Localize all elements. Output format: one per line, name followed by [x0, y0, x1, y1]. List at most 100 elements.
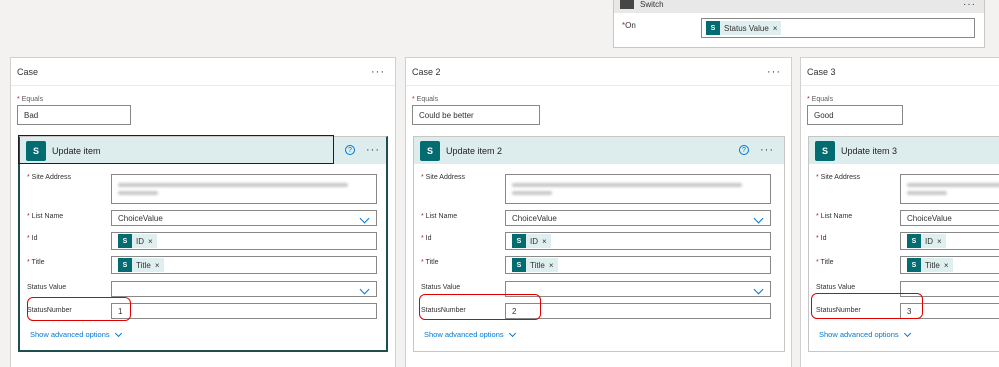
list-name-label: * List Name [421, 213, 458, 220]
equals-label: * Equals [412, 96, 439, 103]
more-options-icon[interactable]: ··· [767, 66, 781, 78]
id-field[interactable]: S ID × [900, 232, 999, 250]
token-label: Title [530, 260, 545, 270]
case-header[interactable]: Case ··· [11, 58, 395, 86]
site-address-label: * Site Address [421, 174, 465, 181]
close-icon[interactable]: × [148, 237, 153, 246]
close-icon[interactable]: × [773, 24, 778, 33]
id-field[interactable]: S ID × [505, 232, 771, 250]
site-address-field[interactable] [111, 174, 377, 204]
chevron-down-icon [508, 329, 516, 337]
id-token[interactable]: S ID × [118, 234, 157, 248]
action-title: Update item [52, 145, 101, 156]
close-icon[interactable]: × [549, 261, 554, 270]
list-name-value: ChoiceValue [907, 213, 952, 223]
close-icon[interactable]: × [155, 261, 160, 270]
more-options-icon[interactable]: ··· [371, 66, 385, 78]
id-label: * Id [27, 235, 38, 242]
switch-on-label: *On [622, 21, 636, 30]
list-name-dropdown[interactable]: ChoiceValue [505, 210, 771, 226]
status-number-label: StatusNumber [27, 307, 72, 314]
help-icon[interactable]: ? [739, 145, 749, 155]
token-label: ID [136, 236, 144, 246]
switch-on-field[interactable]: S Status Value × [701, 18, 975, 38]
equals-field[interactable]: Could be better [412, 105, 540, 125]
status-value-dropdown[interactable] [900, 281, 999, 297]
chevron-down-icon [753, 284, 764, 295]
chevron-down-icon [359, 213, 370, 224]
show-advanced-options[interactable]: Show advanced options [819, 329, 911, 339]
close-icon[interactable]: × [944, 261, 949, 270]
sharepoint-icon: S [706, 21, 720, 35]
action-header[interactable]: S Update item ? ··· [18, 135, 386, 164]
equals-field[interactable]: Bad [17, 105, 131, 125]
more-options-icon[interactable]: ··· [760, 144, 774, 156]
sharepoint-icon: S [907, 234, 921, 248]
blurred-text [512, 183, 742, 187]
equals-label: * Equals [17, 96, 44, 103]
sharepoint-icon: S [815, 140, 835, 161]
blurred-text [907, 191, 947, 195]
sharepoint-icon: S [26, 140, 46, 161]
sharepoint-icon: S [512, 258, 526, 272]
id-field[interactable]: S ID × [111, 232, 377, 250]
site-address-field[interactable] [900, 174, 999, 204]
title-field[interactable]: S Title × [900, 256, 999, 274]
token-label: ID [925, 236, 933, 246]
list-name-dropdown[interactable]: ChoiceValue [111, 210, 377, 226]
equals-field[interactable]: Good [807, 105, 903, 125]
title-token[interactable]: S Title × [907, 258, 953, 272]
list-name-dropdown[interactable]: ChoiceValue [900, 210, 999, 226]
case-header[interactable]: Case 2 ··· [406, 58, 791, 86]
status-value-dropdown[interactable] [505, 281, 771, 297]
update-item-card: S Update item ? ··· * Site Address * Lis… [18, 135, 388, 352]
action-title: Update item 2 [446, 145, 503, 156]
chevron-down-icon [753, 213, 764, 224]
id-label: * Id [421, 235, 432, 242]
status-value-dropdown[interactable] [111, 281, 377, 297]
update-item-3-card: S Update item 3 * Site Address * List Na… [808, 136, 999, 352]
advanced-label: Show advanced options [30, 330, 110, 339]
status-number-label: StatusNumber [421, 307, 466, 314]
status-value-label: Status Value [421, 284, 461, 291]
status-number-field[interactable]: 3 [900, 303, 999, 319]
title-label: * Title [27, 259, 45, 266]
site-address-label: * Site Address [27, 174, 71, 181]
more-options-icon[interactable]: ··· [963, 0, 976, 10]
title-token[interactable]: S Title × [512, 258, 558, 272]
status-number-field[interactable]: 2 [505, 303, 771, 319]
status-value-label: Status Value [816, 284, 856, 291]
case-title: Case [17, 66, 39, 77]
action-header[interactable]: S Update item 3 [809, 137, 999, 164]
title-field[interactable]: S Title × [505, 256, 771, 274]
list-name-value: ChoiceValue [512, 213, 557, 223]
close-icon[interactable]: × [937, 237, 942, 246]
case-header[interactable]: Case 3 [801, 58, 999, 86]
status-value-token[interactable]: S Status Value × [706, 21, 782, 35]
update-item-2-card: S Update item 2 ? ··· * Site Address * L… [413, 136, 785, 352]
blurred-text [907, 183, 999, 187]
action-header[interactable]: S Update item 2 ? ··· [414, 137, 784, 164]
sharepoint-icon: S [420, 140, 440, 161]
token-label: Title [136, 260, 151, 270]
chevron-down-icon [903, 329, 911, 337]
help-icon[interactable]: ? [345, 145, 355, 155]
sharepoint-icon: S [118, 258, 132, 272]
show-advanced-options[interactable]: Show advanced options [30, 329, 122, 339]
equals-label: * Equals [807, 96, 834, 103]
list-name-label: * List Name [816, 213, 853, 220]
more-options-icon[interactable]: ··· [366, 144, 380, 156]
title-token[interactable]: S Title × [118, 258, 164, 272]
switch-header[interactable]: Switch ··· [614, 0, 984, 13]
list-name-label: * List Name [27, 213, 64, 220]
show-advanced-options[interactable]: Show advanced options [424, 329, 516, 339]
close-icon[interactable]: × [542, 237, 547, 246]
chevron-down-icon [359, 284, 370, 295]
id-token[interactable]: S ID × [512, 234, 551, 248]
status-number-field[interactable]: 1 [111, 303, 377, 319]
title-label: * Title [816, 259, 834, 266]
id-token[interactable]: S ID × [907, 234, 946, 248]
site-address-field[interactable] [505, 174, 771, 204]
title-field[interactable]: S Title × [111, 256, 377, 274]
id-label: * Id [816, 235, 827, 242]
